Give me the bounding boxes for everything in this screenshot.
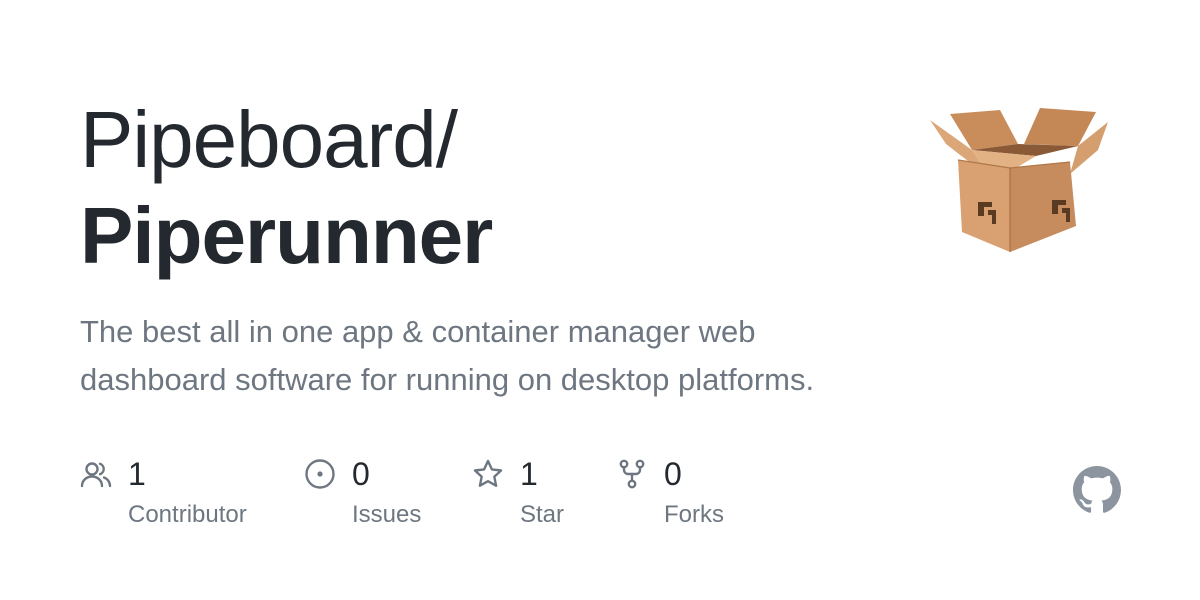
social-preview-card: Pipeboard/ Piperunner The best all in on… bbox=[0, 0, 1200, 600]
stat-issues-label: Issues bbox=[352, 501, 422, 528]
stat-contributors-value: 1 bbox=[128, 456, 146, 492]
repo-title[interactable]: Pipeboard/ Piperunner bbox=[80, 92, 880, 284]
star-icon bbox=[472, 458, 504, 490]
package-box-icon bbox=[928, 104, 1112, 256]
stat-contributors-label: Contributor bbox=[128, 501, 247, 528]
stat-issues-value: 0 bbox=[352, 456, 370, 492]
stat-stars-label: Star bbox=[520, 501, 565, 528]
stat-forks-value: 0 bbox=[664, 456, 682, 492]
stat-forks-label: Forks bbox=[664, 501, 724, 528]
repo-stats: 1 Contributor 0 Issues 1 Star 0 Forks bbox=[80, 452, 780, 542]
stat-stars-value: 1 bbox=[520, 456, 538, 492]
people-icon bbox=[80, 458, 112, 490]
repo-owner[interactable]: Pipeboard/ bbox=[80, 92, 880, 188]
repo-name[interactable]: Piperunner bbox=[80, 188, 880, 284]
issue-icon bbox=[304, 458, 336, 490]
fork-icon bbox=[616, 458, 648, 490]
repo-description: The best all in one app & container mana… bbox=[80, 314, 815, 397]
github-logo-icon[interactable] bbox=[1073, 466, 1121, 514]
